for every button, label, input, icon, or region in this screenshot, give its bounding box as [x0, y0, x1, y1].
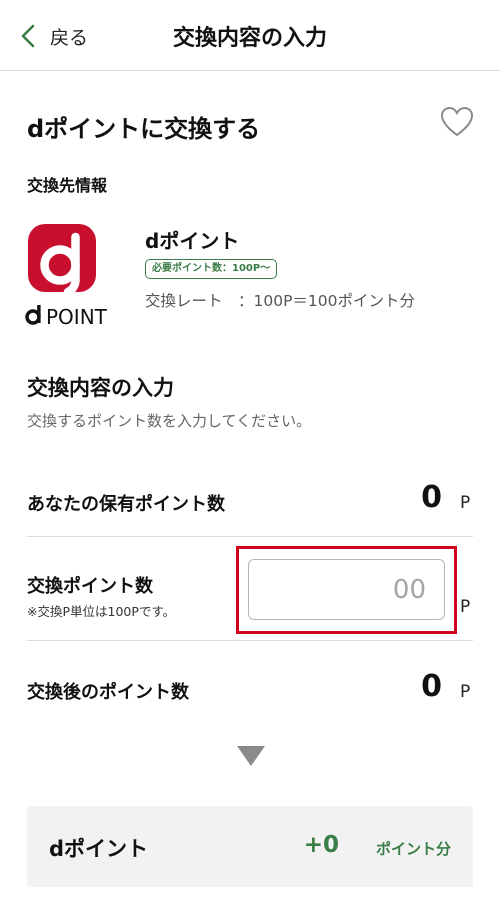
exchange-rate: 交換レート ：100P＝100ポイント分: [145, 292, 416, 310]
exchange-unit-note: ※交換P単位は100Pです。: [27, 604, 176, 619]
result-amount: +0: [303, 832, 339, 858]
favorite-button[interactable]: [440, 106, 474, 138]
result-summary: dポイント +0 ポイント分: [27, 806, 473, 887]
destination-info-label: 交換先情報: [27, 176, 108, 195]
held-points-label: あなたの保有ポイント数: [27, 494, 225, 515]
exchange-points-unit: P: [460, 597, 471, 617]
heart-outline-icon: [440, 106, 474, 137]
result-name: dポイント: [49, 837, 149, 861]
divider: [27, 640, 473, 641]
input-section-description: 交換するポイント数を入力してください。: [27, 412, 312, 430]
exchange-points-input[interactable]: [248, 559, 445, 620]
divider: [27, 536, 473, 537]
result-unit: ポイント分: [375, 840, 451, 858]
dpoint-logo: POINT: [22, 222, 132, 329]
triangle-down-icon: [237, 746, 265, 766]
page-title: 交換内容の入力: [172, 26, 327, 51]
after-points-label: 交換後のポイント数: [27, 682, 189, 703]
partner-name: dポイント: [145, 229, 240, 253]
held-points-value: 0: [421, 480, 442, 515]
required-points-badge: 必要ポイント数：100P〜: [145, 259, 278, 279]
input-section-title: 交換内容の入力: [27, 376, 174, 400]
after-points-value: 0: [421, 669, 442, 704]
exchange-heading: dポイントに交換する: [27, 115, 261, 143]
exchange-points-label: 交換ポイント数: [27, 576, 153, 597]
app-header: 戻る 交換内容の入力: [0, 0, 500, 71]
after-points-unit: P: [460, 682, 471, 702]
logo-wordmark: POINT: [46, 305, 108, 326]
held-points-unit: P: [460, 493, 471, 513]
